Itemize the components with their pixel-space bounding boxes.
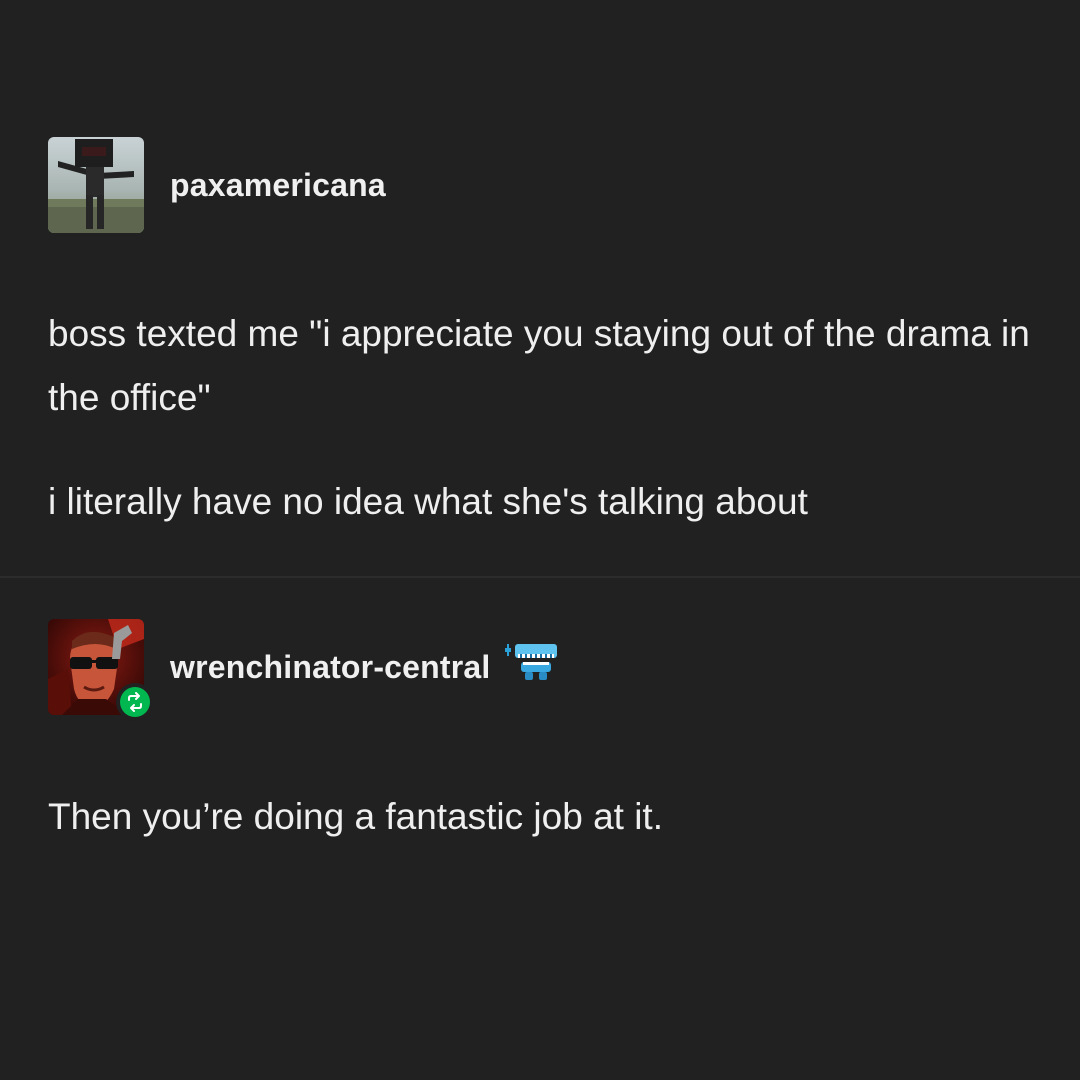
post-paragraph: Then you’re doing a fantastic job at it. <box>48 796 663 837</box>
original-post: paxamericana boss texted me "i appreciat… <box>0 0 1080 576</box>
post-header: paxamericana <box>48 137 386 233</box>
username[interactable]: wrenchinator-central <box>170 649 491 686</box>
avatar[interactable] <box>48 137 144 233</box>
reblog-icon <box>128 692 142 712</box>
wind-up-teeth-icon <box>503 642 559 689</box>
reblog-badge <box>116 683 154 721</box>
post-header: wrenchinator-central <box>48 619 559 721</box>
post-paragraph: i literally have no idea what she's talk… <box>48 481 808 522</box>
reblog-post: wrenchinator-central Then you’re doing a… <box>0 577 1080 1080</box>
robot-figure-avatar-icon <box>48 137 144 233</box>
avatar[interactable] <box>48 619 154 721</box>
username[interactable]: paxamericana <box>170 167 386 204</box>
post-paragraph: boss texted me "i appreciate you staying… <box>48 313 1030 418</box>
